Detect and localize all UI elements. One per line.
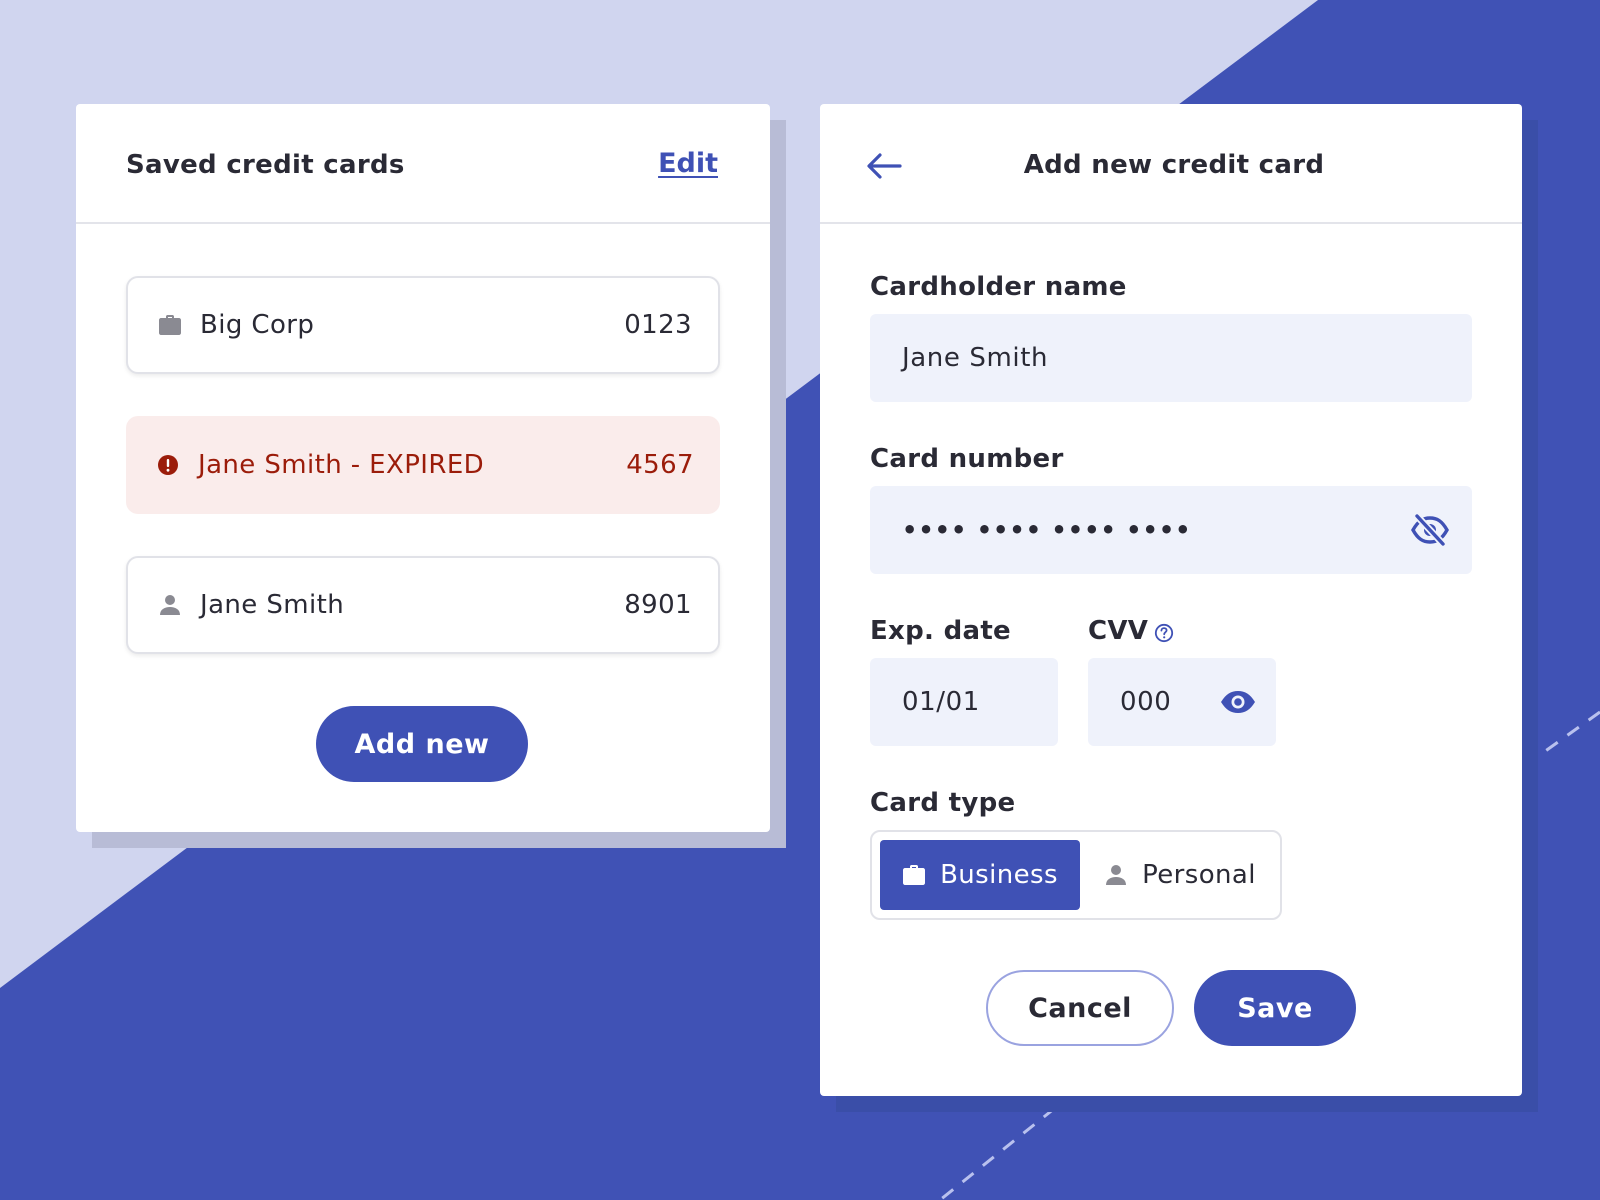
card-type-business-label: Business bbox=[940, 860, 1058, 890]
saved-card-digits: 0123 bbox=[624, 310, 692, 340]
cancel-button[interactable]: Cancel bbox=[986, 970, 1174, 1046]
card-type-selector: Business Personal bbox=[870, 830, 1282, 920]
person-icon bbox=[1104, 863, 1128, 887]
card-type-personal[interactable]: Personal bbox=[1084, 840, 1276, 910]
save-button[interactable]: Save bbox=[1194, 970, 1356, 1046]
card-number-label: Card number bbox=[870, 444, 1064, 474]
new-card-panel: Add new credit card Cardholder name Jane… bbox=[820, 104, 1522, 1096]
saved-cards-panel: Saved credit cards Edit Big Corp 0123 Ja… bbox=[76, 104, 770, 832]
cvv-label-group: CVV bbox=[1088, 616, 1174, 646]
saved-card-jane-smith[interactable]: Jane Smith 8901 bbox=[126, 556, 720, 654]
card-type-personal-label: Personal bbox=[1142, 860, 1256, 890]
exp-date-field[interactable]: 01/01 bbox=[870, 658, 1058, 746]
eye-off-icon[interactable] bbox=[1410, 510, 1450, 550]
saved-card-expired[interactable]: Jane Smith - EXPIRED 4567 bbox=[126, 416, 720, 514]
card-type-label: Card type bbox=[870, 788, 1016, 818]
card-number-value: •••• •••• •••• •••• bbox=[902, 516, 1192, 544]
saved-card-name: Big Corp bbox=[200, 310, 315, 340]
exp-date-value: 01/01 bbox=[902, 687, 980, 717]
cvv-label: CVV bbox=[1088, 616, 1149, 646]
person-icon bbox=[158, 593, 182, 617]
saved-cards-title: Saved credit cards bbox=[126, 150, 405, 180]
help-icon[interactable] bbox=[1154, 620, 1174, 642]
alert-icon bbox=[156, 453, 180, 477]
cardholder-value: Jane Smith bbox=[902, 343, 1049, 373]
new-card-header: Add new credit card bbox=[820, 104, 1522, 224]
card-type-business[interactable]: Business bbox=[880, 840, 1080, 910]
card-number-field[interactable]: •••• •••• •••• •••• bbox=[870, 486, 1472, 574]
saved-card-digits: 8901 bbox=[624, 590, 692, 620]
briefcase-icon bbox=[158, 313, 182, 337]
exp-date-label: Exp. date bbox=[870, 616, 1011, 646]
saved-card-big-corp[interactable]: Big Corp 0123 bbox=[126, 276, 720, 374]
cvv-value: 000 bbox=[1120, 687, 1172, 717]
add-new-button[interactable]: Add new bbox=[316, 706, 528, 782]
cardholder-field[interactable]: Jane Smith bbox=[870, 314, 1472, 402]
cardholder-label: Cardholder name bbox=[870, 272, 1127, 302]
cvv-field[interactable]: 000 bbox=[1088, 658, 1276, 746]
saved-card-digits: 4567 bbox=[626, 450, 694, 480]
saved-card-name: Jane Smith bbox=[200, 590, 345, 620]
saved-card-name: Jane Smith - EXPIRED bbox=[198, 450, 485, 480]
edit-link[interactable]: Edit bbox=[658, 148, 718, 179]
new-card-title: Add new credit card bbox=[1023, 150, 1325, 180]
briefcase-icon bbox=[902, 863, 926, 887]
saved-cards-header: Saved credit cards Edit bbox=[76, 104, 770, 224]
eye-icon[interactable] bbox=[1218, 682, 1258, 722]
